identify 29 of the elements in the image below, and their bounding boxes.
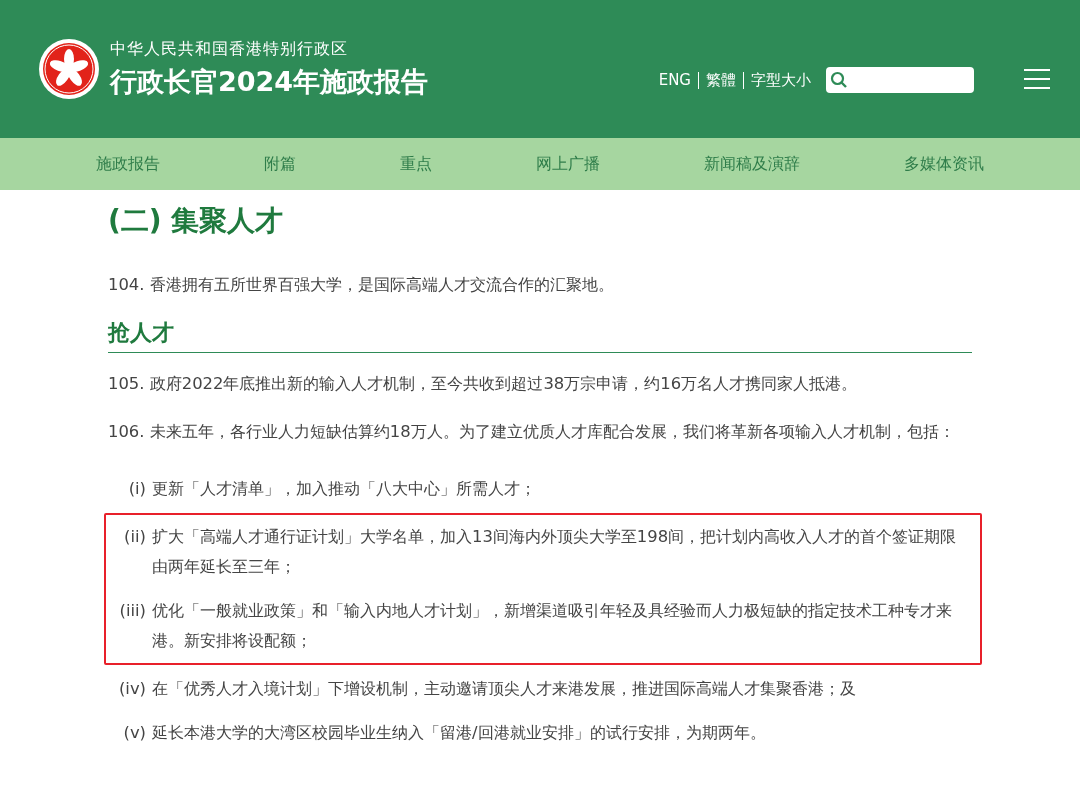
list-marker: (iii) <box>118 600 147 622</box>
list-marker: (v) <box>122 722 147 744</box>
list-item-text: 延长本港大学的大湾区校园毕业生纳入「留港/回港就业安排」的试行安排，为期两年。 <box>152 722 767 744</box>
nav-link[interactable]: 重点 <box>400 153 432 175</box>
menu-button[interactable] <box>1024 68 1050 92</box>
subsection-heading: 抢人才 <box>108 318 972 353</box>
nav-link[interactable]: 附篇 <box>264 153 296 175</box>
list-item-text: 在「优秀人才入境计划」下增设机制，主动邀请顶尖人才来港发展，推进国际高端人才集聚香港；及 <box>152 678 857 700</box>
list-marker: (iv) <box>117 678 147 700</box>
header-link[interactable]: ENG <box>651 71 698 89</box>
nav-link[interactable]: 新闻稿及演辞 <box>704 153 800 175</box>
paragraph: 105. 政府2022年底推出新的输入人才机制，至今共收到超过38万宗申请，约16万名人才携同家人抵港。 <box>108 373 859 395</box>
list-marker: (i) <box>127 478 147 500</box>
nav-link[interactable]: 施政报告 <box>96 153 160 175</box>
paragraph: 104. 香港拥有五所世界百强大学，是国际高端人才交流合作的汇聚地。 <box>108 274 615 296</box>
list-marker: (ii) <box>123 526 147 548</box>
list-item-text: 优化「一般就业政策」和「输入内地人才计划」，新增渠道吸引年轻及具经验而人力极短缺的指定技术工种专才来港。新安排将设配额； <box>152 600 953 652</box>
list-item-text: 扩大「高端人才通行证计划」大学名单，加入13间海内外顶尖大学至198间，把计划内高收入人才的首个签证期限由两年延长至三年； <box>152 526 958 578</box>
paragraph: 106. 未来五年，各行业人力短缺估算约18万人。为了建立优质人才库配合发展，我们将革新各项输入人才机制，包括： <box>108 421 956 443</box>
section-heading: (二) 集聚人才 <box>108 203 285 239</box>
site-title: 行政长官2024年施政报告 <box>110 64 429 99</box>
site-subtitle: 中华人民共和国香港特别行政区 <box>110 38 349 60</box>
header-link[interactable]: 繁體 <box>699 70 743 90</box>
search-icon <box>830 71 848 89</box>
header-link[interactable]: 字型大小 <box>744 70 818 90</box>
nav-link[interactable]: 网上广播 <box>536 153 600 175</box>
list-item-text: 更新「人才清单」，加入推动「八大中心」所需人才； <box>152 478 537 500</box>
nav-link[interactable]: 多媒体资讯 <box>904 153 984 175</box>
search-field[interactable] <box>826 67 974 93</box>
